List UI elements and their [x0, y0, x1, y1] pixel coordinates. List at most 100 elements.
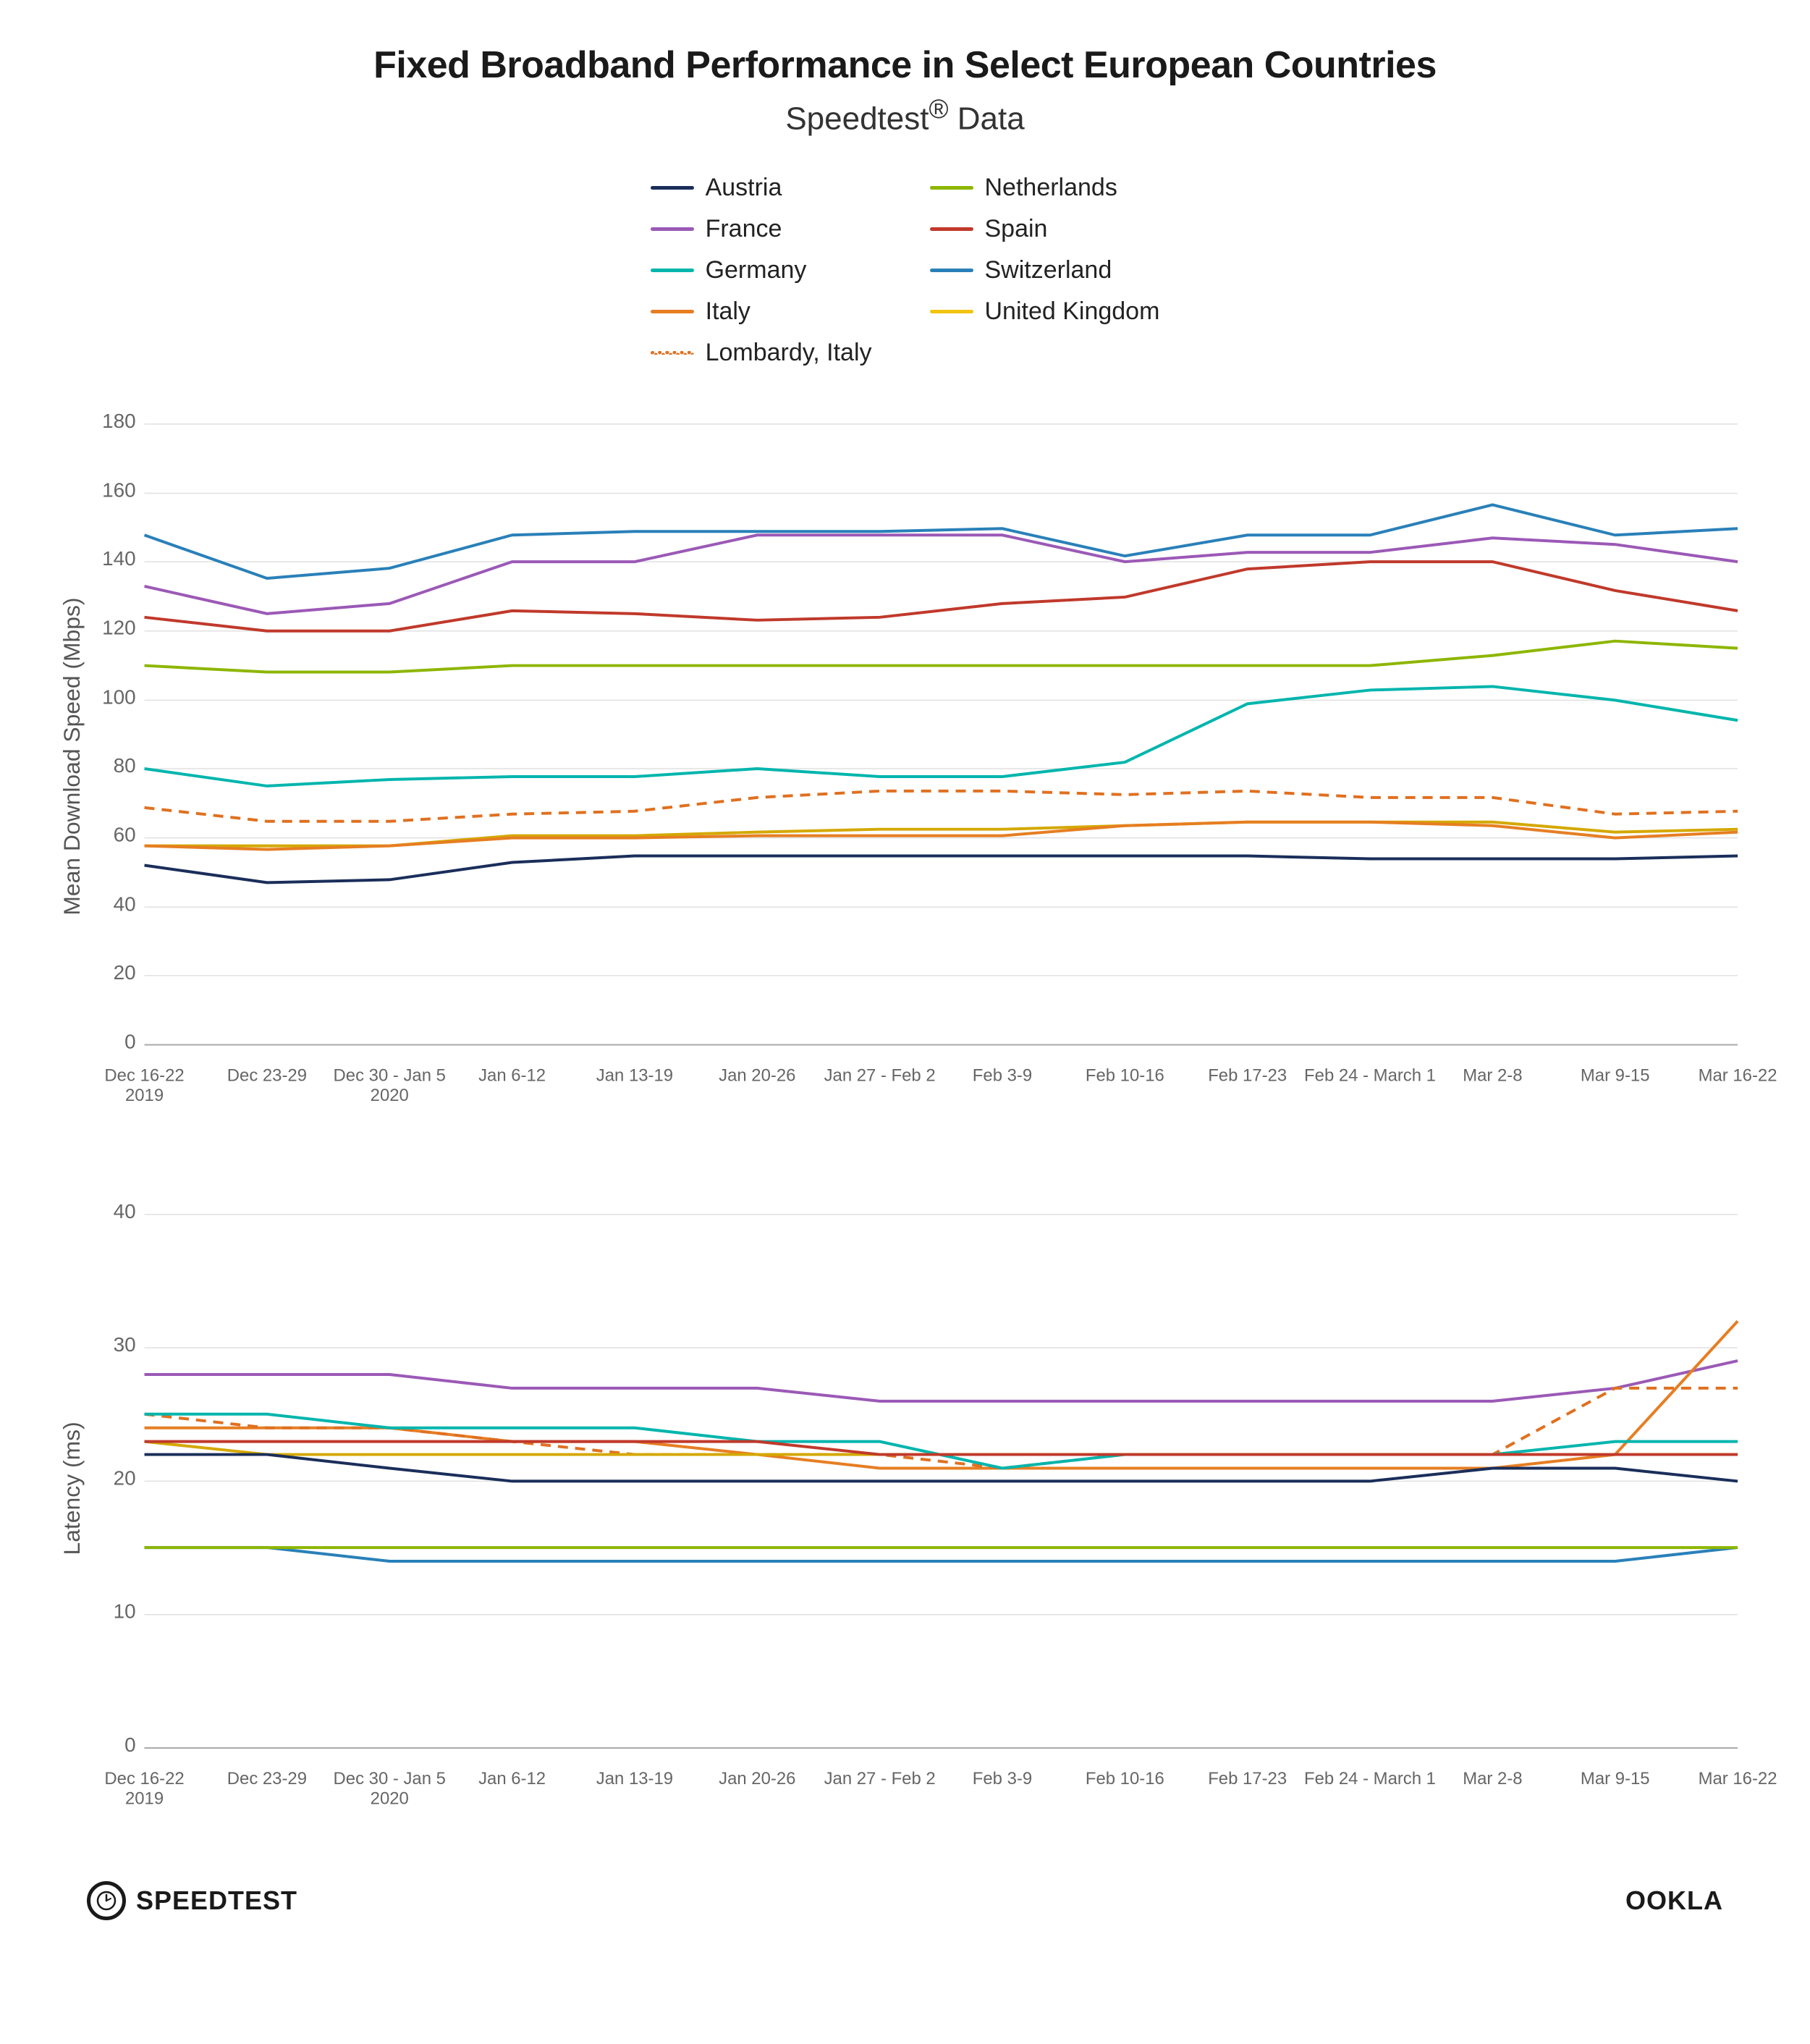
footer: SPEEDTEST OOKLA: [58, 1881, 1752, 1920]
legend-item-lombardy: Lombardy, Italy: [651, 339, 872, 367]
xtick-12: Mar 9-15: [1581, 1065, 1650, 1085]
legend-item-uk: United Kingdom: [930, 297, 1160, 326]
line-switzerland: [145, 504, 1738, 578]
xtick-4: Jan 13-19: [596, 1065, 673, 1085]
tick-60: 60: [114, 823, 136, 845]
lat-xtick-0: Dec 16-22: [104, 1768, 184, 1788]
xtick-7: Feb 3-9: [973, 1065, 1032, 1085]
xtick-2b: 2020: [371, 1086, 409, 1105]
lat-xtick-9: Feb 17-23: [1208, 1768, 1287, 1788]
legend-line-lombardy: [651, 351, 694, 355]
legend-line-germany: [651, 269, 694, 272]
xtick-8: Feb 10-16: [1086, 1065, 1164, 1085]
legend-label-france: France: [706, 215, 782, 243]
tick-0: 0: [124, 1030, 136, 1052]
legend-line-uk: [930, 310, 973, 313]
legend: Austria Netherlands France Spain Germany…: [651, 174, 1160, 367]
lat-xtick-11: Mar 2-8: [1463, 1768, 1522, 1788]
legend-item-austria: Austria: [651, 174, 872, 202]
xtick-5: Jan 20-26: [719, 1065, 795, 1085]
legend-line-netherlands: [930, 186, 973, 190]
tick-160: 160: [102, 478, 136, 501]
legend-item-italy: Italy: [651, 297, 872, 326]
lat-xtick-8: Feb 10-16: [1086, 1768, 1164, 1788]
lat-xtick-4: Jan 13-19: [596, 1768, 673, 1788]
xtick-2: Dec 30 - Jan 5: [334, 1065, 446, 1085]
lat-xtick-2: Dec 30 - Jan 5: [334, 1768, 446, 1788]
lat-xtick-7: Feb 3-9: [973, 1768, 1032, 1788]
tick-180: 180: [102, 409, 136, 431]
lat-xtick-0b: 2019: [125, 1788, 164, 1808]
xtick-6: Jan 27 - Feb 2: [824, 1065, 936, 1085]
main-title: Fixed Broadband Performance in Select Eu…: [373, 43, 1437, 87]
ookla-logo: OOKLA: [1625, 1885, 1723, 1916]
xtick-1: Dec 23-29: [227, 1065, 307, 1085]
charts-container: Mean Download Speed (Mbps) 0 20 40: [58, 396, 1752, 1838]
legend-label-italy: Italy: [706, 297, 750, 326]
legend-line-spain: [930, 227, 973, 231]
legend-label-spain: Spain: [985, 215, 1048, 243]
xtick-0: Dec 16-22: [104, 1065, 184, 1085]
legend-line-italy: [651, 310, 694, 313]
lat-tick-20: 20: [114, 1466, 136, 1489]
lat-line-italy: [145, 1321, 1738, 1468]
legend-item-netherlands: Netherlands: [930, 174, 1160, 202]
line-austria: [145, 856, 1738, 882]
tick-100: 100: [102, 685, 136, 708]
lat-xtick-3: Jan 6-12: [478, 1768, 546, 1788]
tick-120: 120: [102, 616, 136, 638]
lat-tick-0: 0: [124, 1733, 136, 1756]
download-y-label: Mean Download Speed (Mbps): [59, 597, 85, 915]
lat-xtick-10: Feb 24 - March 1: [1304, 1768, 1436, 1788]
speedtest-logo: SPEEDTEST: [87, 1881, 297, 1920]
lat-line-switzerland: [145, 1547, 1738, 1561]
lat-xtick-13: Mar 16-22: [1699, 1768, 1777, 1788]
legend-item-spain: Spain: [930, 215, 1160, 243]
xtick-11: Mar 2-8: [1463, 1065, 1522, 1085]
legend-line-france: [651, 227, 694, 231]
line-germany: [145, 686, 1738, 785]
lat-xtick-5: Jan 20-26: [719, 1768, 795, 1788]
line-netherlands: [145, 641, 1738, 672]
download-chart-wrapper: Mean Download Speed (Mbps) 0 20 40: [58, 396, 1752, 1157]
latency-chart: Latency (ms) 0 10 20 30: [58, 1186, 1752, 1835]
legend-label-uk: United Kingdom: [985, 297, 1160, 326]
lat-tick-40: 40: [114, 1199, 136, 1222]
line-lombardy: [145, 791, 1738, 822]
speedtest-label: SPEEDTEST: [136, 1885, 297, 1916]
legend-line-austria: [651, 186, 694, 190]
tick-40: 40: [114, 892, 136, 915]
legend-item-germany: Germany: [651, 256, 872, 284]
legend-item-france: France: [651, 215, 872, 243]
legend-label-germany: Germany: [706, 256, 807, 284]
lat-xtick-1: Dec 23-29: [227, 1768, 307, 1788]
latency-chart-wrapper: Latency (ms) 0 10 20 30: [58, 1186, 1752, 1838]
legend-line-switzerland: [930, 269, 973, 272]
lat-line-france: [145, 1361, 1738, 1401]
xtick-10: Feb 24 - March 1: [1304, 1065, 1436, 1085]
page: Fixed Broadband Performance in Select Eu…: [0, 0, 1810, 2044]
lat-tick-30: 30: [114, 1333, 136, 1356]
legend-label-switzerland: Switzerland: [985, 256, 1112, 284]
speedtest-logo-circle: [87, 1881, 126, 1920]
tick-20: 20: [114, 961, 136, 984]
line-italy: [145, 822, 1738, 849]
xtick-0b: 2019: [125, 1086, 164, 1105]
legend-label-lombardy: Lombardy, Italy: [706, 339, 872, 367]
legend-item-switzerland: Switzerland: [930, 256, 1160, 284]
legend-label-netherlands: Netherlands: [985, 174, 1117, 202]
download-chart: Mean Download Speed (Mbps) 0 20 40: [58, 396, 1752, 1153]
ookla-label: OOKLA: [1625, 1885, 1723, 1915]
speedtest-icon: [96, 1890, 117, 1912]
line-france: [145, 535, 1738, 614]
lat-xtick-12: Mar 9-15: [1581, 1768, 1650, 1788]
tick-80: 80: [114, 754, 136, 777]
latency-y-label: Latency (ms): [59, 1422, 85, 1555]
xtick-13: Mar 16-22: [1699, 1065, 1777, 1085]
lat-xtick-6: Jan 27 - Feb 2: [824, 1768, 936, 1788]
tick-140: 140: [102, 547, 136, 570]
line-spain: [145, 562, 1738, 631]
legend-label-austria: Austria: [706, 174, 782, 202]
lat-xtick-2b: 2020: [371, 1788, 409, 1808]
lat-tick-10: 10: [114, 1600, 136, 1622]
